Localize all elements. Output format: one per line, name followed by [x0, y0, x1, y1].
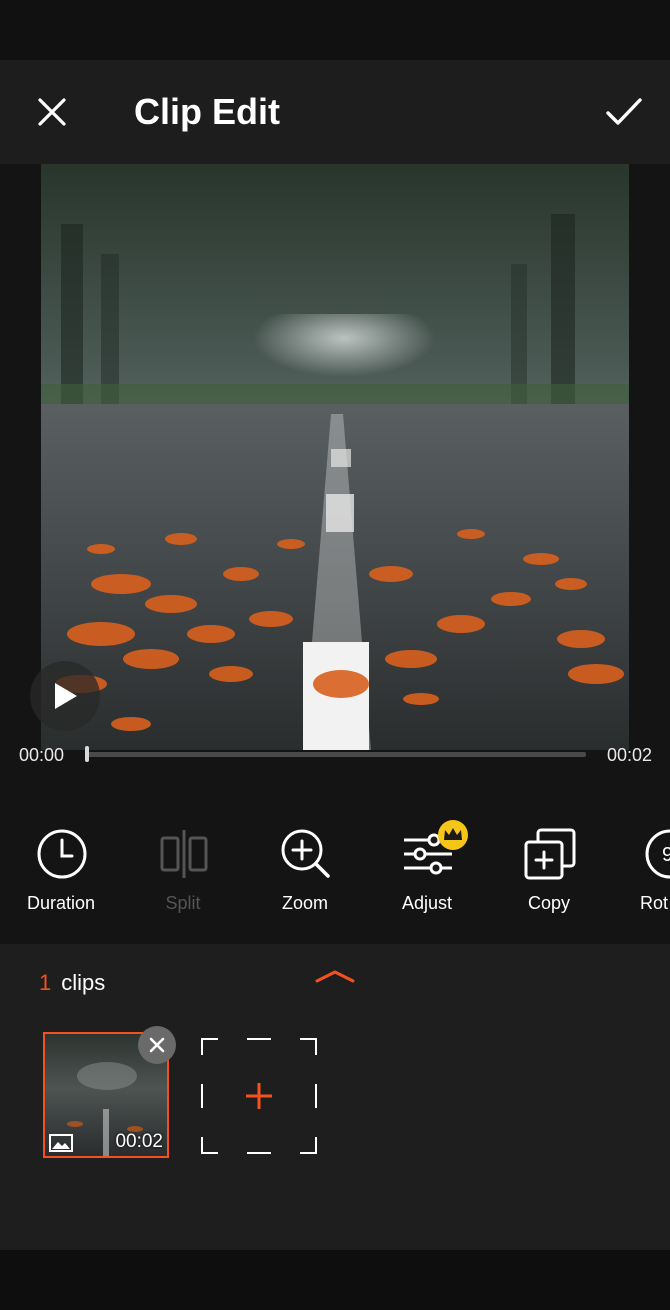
- tool-label-copy: Copy: [527, 893, 571, 913]
- close-button[interactable]: [30, 90, 74, 134]
- plus-icon: [246, 1083, 272, 1109]
- tool-label-duration: Duration: [26, 893, 96, 913]
- page-title: Clip Edit: [134, 91, 280, 132]
- zoom-in-icon: [281, 829, 330, 878]
- clips-count-number: 1: [39, 970, 52, 995]
- chevron-up-icon: [315, 970, 355, 983]
- close-icon: [149, 1037, 165, 1053]
- seek-bar[interactable]: [86, 752, 586, 757]
- rotate-icon: 9: [645, 829, 670, 879]
- add-clip-button[interactable]: [201, 1038, 317, 1154]
- header: Clip Edit: [0, 60, 670, 164]
- tool-copy[interactable]: Copy: [488, 820, 610, 920]
- crown-icon: [438, 820, 468, 850]
- clips-count-label: clips: [61, 970, 106, 995]
- tool-duration[interactable]: Duration: [0, 820, 122, 920]
- image-icon: [49, 1134, 73, 1152]
- status-bar: [0, 0, 670, 60]
- tool-label-rotate: Rot: [640, 893, 669, 913]
- split-icon: [160, 830, 208, 878]
- clips-count: 1 clips: [39, 970, 105, 996]
- seek-handle[interactable]: [85, 746, 89, 762]
- confirm-button[interactable]: [600, 90, 648, 134]
- clock-icon: [37, 829, 87, 879]
- preview-image: [41, 164, 629, 750]
- tool-split: Split: [122, 820, 244, 920]
- tool-rotate[interactable]: 9 Rot: [610, 820, 670, 920]
- clips-panel: 1 clips 00:02: [0, 944, 670, 1250]
- tool-label-adjust: Adjust: [401, 893, 453, 913]
- tool-zoom[interactable]: Zoom: [244, 820, 366, 920]
- system-nav-bar: [0, 1250, 670, 1310]
- current-time: 00:00: [19, 745, 65, 765]
- collapse-button[interactable]: [312, 964, 358, 988]
- copy-icon: [524, 828, 576, 880]
- check-icon: [606, 98, 642, 125]
- video-preview: 00:00 00:02: [0, 164, 670, 784]
- svg-text:9: 9: [662, 844, 670, 866]
- clip-duration: 00:02: [115, 1131, 163, 1152]
- tool-adjust[interactable]: Adjust: [366, 820, 488, 920]
- tool-label-split: Split: [165, 893, 201, 913]
- edit-toolbar: Duration Split Zoom Adjust Copy 9 Rot: [0, 820, 670, 930]
- play-button[interactable]: [30, 661, 100, 731]
- remove-clip-button[interactable]: [138, 1026, 176, 1064]
- close-icon: [38, 98, 66, 126]
- play-icon: [55, 683, 77, 709]
- tool-label-zoom: Zoom: [281, 893, 328, 913]
- total-time: 00:02: [606, 745, 652, 765]
